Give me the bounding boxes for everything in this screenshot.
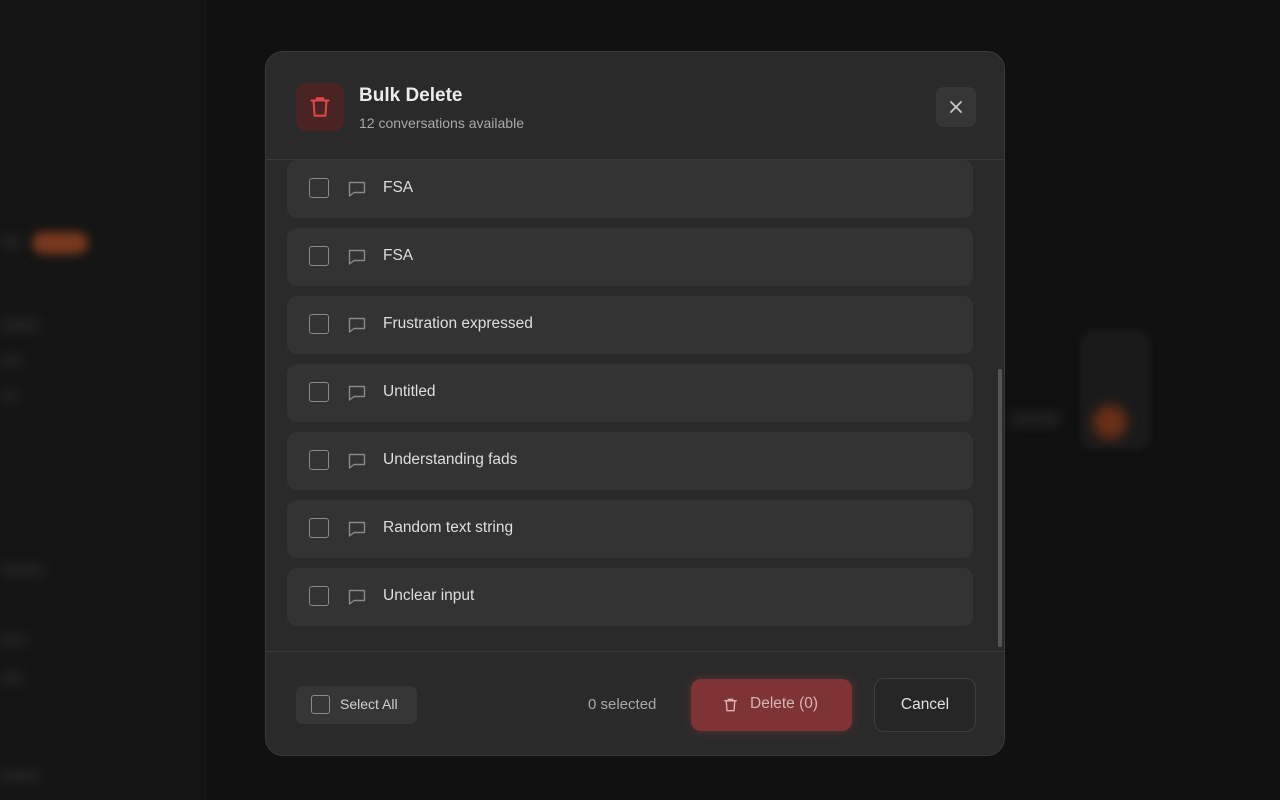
conversation-title: FSA	[383, 179, 414, 196]
background-blur	[0, 772, 40, 780]
conversation-title: Frustration expressed	[383, 315, 533, 332]
background-blur	[0, 238, 22, 246]
delete-button[interactable]: Delete (0)	[691, 679, 852, 731]
conversation-checkbox[interactable]	[309, 518, 329, 538]
conversation-list[interactable]: FSA FSA Frustration expressed Untitled U…	[266, 160, 1004, 651]
background-blur	[0, 566, 44, 574]
background-badge	[32, 232, 88, 254]
chat-bubble-icon	[348, 453, 366, 469]
close-button[interactable]	[936, 87, 976, 127]
background-blur	[1010, 415, 1060, 423]
delete-label: Delete (0)	[750, 695, 819, 712]
dialog-header: Bulk Delete 12 conversations available	[266, 52, 1004, 160]
cancel-label: Cancel	[900, 696, 950, 713]
conversation-checkbox[interactable]	[309, 246, 329, 266]
list-item[interactable]: Unclear input	[287, 568, 973, 626]
trash-icon	[724, 698, 737, 712]
select-all-button[interactable]: Select All	[296, 686, 417, 724]
chat-bubble-icon	[348, 589, 366, 605]
conversation-checkbox[interactable]	[309, 314, 329, 334]
conversation-checkbox[interactable]	[309, 382, 329, 402]
list-item[interactable]: Understanding fads	[287, 432, 973, 490]
dialog-subtitle: 12 conversations available	[359, 115, 524, 131]
chat-bubble-icon	[348, 181, 366, 197]
background-blur	[0, 636, 26, 644]
conversation-checkbox[interactable]	[309, 586, 329, 606]
conversation-title: FSA	[383, 247, 414, 264]
select-all-label: Select All	[340, 696, 398, 712]
selected-count: 0 selected	[588, 696, 657, 713]
chat-bubble-icon	[348, 249, 366, 265]
conversation-checkbox[interactable]	[309, 178, 329, 198]
close-icon	[950, 101, 962, 113]
list-item[interactable]: Frustration expressed	[287, 296, 973, 354]
list-item[interactable]: Random text string	[287, 500, 973, 558]
conversation-checkbox[interactable]	[309, 450, 329, 470]
select-all-checkbox[interactable]	[311, 695, 330, 714]
background-dot	[1093, 405, 1127, 439]
trash-icon	[296, 83, 344, 131]
conversation-title: Random text string	[383, 519, 514, 536]
dialog-title: Bulk Delete	[359, 85, 463, 106]
list-item[interactable]: Untitled	[287, 364, 973, 422]
chat-bubble-icon	[348, 317, 366, 333]
background-blur	[0, 674, 24, 682]
cancel-button[interactable]: Cancel	[874, 678, 976, 732]
background-blur	[0, 321, 40, 329]
conversation-title: Untitled	[383, 383, 436, 400]
dialog-footer: Select All 0 selected Delete (0) Cancel	[266, 651, 1004, 755]
list-item[interactable]: FSA	[287, 228, 973, 286]
chat-bubble-icon	[348, 385, 366, 401]
background-blur	[0, 392, 18, 400]
list-item[interactable]: FSA	[287, 160, 973, 218]
chat-bubble-icon	[348, 521, 366, 537]
conversation-title: Unclear input	[383, 587, 475, 604]
background-sidebar	[0, 0, 206, 800]
bulk-delete-dialog: Bulk Delete 12 conversations available F…	[265, 51, 1005, 756]
background-blur	[0, 357, 22, 365]
conversation-title: Understanding fads	[383, 451, 518, 468]
list-scrollbar[interactable]	[998, 369, 1002, 647]
